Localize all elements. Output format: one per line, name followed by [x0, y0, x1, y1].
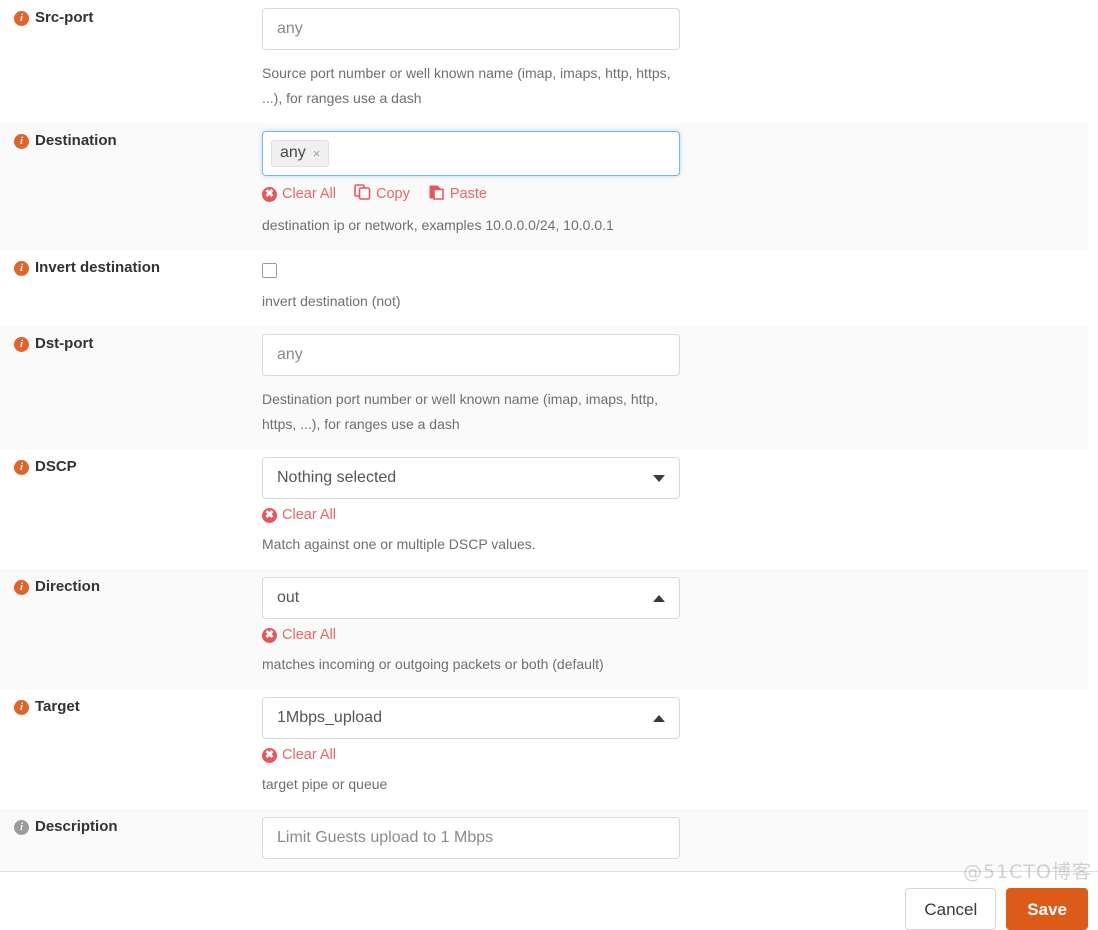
- paste-button[interactable]: Paste: [428, 184, 487, 204]
- help-text-src-port: Source port number or well known name (i…: [262, 65, 671, 106]
- label-cell-target: i Target: [0, 689, 262, 717]
- help-text-direction: matches incoming or outgoing packets or …: [262, 656, 604, 672]
- field-cell-target: 1Mbps_upload ✖ Clear All target pipe or …: [262, 689, 1088, 809]
- clear-all-label: Clear All: [282, 186, 336, 202]
- clear-all-label: Clear All: [282, 627, 336, 643]
- direction-select-value: out: [277, 589, 300, 606]
- close-icon[interactable]: ×: [313, 147, 321, 160]
- target-select-value: 1Mbps_upload: [277, 709, 382, 726]
- field-cell-direction: out ✖ Clear All matches incoming or outg…: [262, 569, 1088, 689]
- field-label-target: Target: [35, 698, 80, 715]
- info-icon[interactable]: i: [14, 460, 29, 475]
- help-text-target: target pipe or queue: [262, 776, 388, 792]
- form-row-invert-destination: i Invert destination invert destination …: [0, 250, 1088, 326]
- save-button[interactable]: Save: [1006, 888, 1088, 930]
- clear-all-button[interactable]: ✖ Clear All: [262, 507, 336, 523]
- label-cell-dst-port: i Dst-port: [0, 326, 262, 354]
- field-label-direction: Direction: [35, 578, 101, 595]
- help-text-dscp: Match against one or multiple DSCP value…: [262, 536, 536, 552]
- dscp-select[interactable]: Nothing selected: [262, 457, 680, 499]
- destination-token[interactable]: any ×: [271, 140, 330, 167]
- chevron-down-icon: [653, 474, 665, 482]
- form-row-dst-port: i Dst-port Destination port number or we…: [0, 326, 1088, 449]
- label-cell-src-port: i Src-port: [0, 0, 262, 28]
- destination-action-links: ✖ Clear All Copy Paste: [262, 184, 1078, 204]
- help-text-dst-port: Destination port number or well known na…: [262, 391, 659, 432]
- field-label-description: Description: [35, 818, 118, 835]
- form-row-dscp: i DSCP Nothing selected ✖ Clear All Matc…: [0, 449, 1088, 569]
- chevron-up-icon: [653, 594, 665, 602]
- paste-icon: [428, 184, 445, 204]
- firewall-shaper-rule-form: i Src-port Source port number or well kn…: [0, 0, 1098, 930]
- src-port-input[interactable]: [262, 8, 680, 50]
- field-cell-description: [262, 809, 1088, 871]
- clear-all-button[interactable]: ✖ Clear All: [262, 747, 336, 763]
- direction-select[interactable]: out: [262, 577, 680, 619]
- info-icon[interactable]: i: [14, 134, 29, 149]
- dscp-action-links: ✖ Clear All: [262, 507, 1078, 523]
- field-cell-invert-destination: invert destination (not): [262, 250, 1088, 326]
- help-text-invert-destination: invert destination (not): [262, 293, 401, 309]
- field-cell-dscp: Nothing selected ✖ Clear All Match again…: [262, 449, 1088, 569]
- form-row-destination: i Destination any × ✖ Clear All Copy Pas…: [0, 123, 1088, 250]
- paste-label: Paste: [449, 186, 487, 202]
- label-cell-dscp: i DSCP: [0, 449, 262, 477]
- target-select[interactable]: 1Mbps_upload: [262, 697, 680, 739]
- info-icon[interactable]: i: [14, 700, 29, 715]
- field-cell-destination: any × ✖ Clear All Copy Paste destination…: [262, 123, 1088, 250]
- label-cell-description: i Description: [0, 809, 262, 837]
- form-row-description: i Description: [0, 809, 1088, 871]
- field-label-destination: Destination: [35, 132, 117, 149]
- form-field-table: i Src-port Source port number or well kn…: [0, 0, 1088, 871]
- dscp-select-value: Nothing selected: [277, 469, 397, 486]
- field-label-src-port: Src-port: [35, 9, 94, 26]
- clear-all-label: Clear All: [282, 747, 336, 763]
- copy-icon: [354, 184, 371, 204]
- info-icon[interactable]: i: [14, 820, 29, 835]
- clear-circle-icon: ✖: [262, 627, 277, 643]
- dst-port-input[interactable]: [262, 334, 680, 376]
- target-action-links: ✖ Clear All: [262, 747, 1078, 763]
- copy-label: Copy: [376, 186, 410, 202]
- clear-all-label: Clear All: [282, 507, 336, 523]
- form-footer: Cancel Save: [0, 872, 1098, 930]
- label-cell-destination: i Destination: [0, 123, 262, 151]
- label-cell-invert-destination: i Invert destination: [0, 250, 262, 278]
- destination-token-label: any: [280, 144, 306, 161]
- help-text-destination: destination ip or network, examples 10.0…: [262, 217, 614, 233]
- info-icon[interactable]: i: [14, 11, 29, 26]
- field-label-invert-destination: Invert destination: [35, 259, 161, 276]
- direction-action-links: ✖ Clear All: [262, 627, 1078, 643]
- invert-destination-checkbox[interactable]: [262, 263, 277, 278]
- info-icon[interactable]: i: [14, 580, 29, 595]
- clear-all-button[interactable]: ✖ Clear All: [262, 186, 336, 202]
- chevron-up-icon: [653, 714, 665, 722]
- clear-circle-icon: ✖: [262, 507, 277, 523]
- info-icon[interactable]: i: [14, 261, 29, 276]
- clear-circle-icon: ✖: [262, 186, 277, 202]
- label-cell-direction: i Direction: [0, 569, 262, 597]
- clear-circle-icon: ✖: [262, 747, 277, 763]
- field-cell-dst-port: Destination port number or well known na…: [262, 326, 1088, 449]
- form-row-src-port: i Src-port Source port number or well kn…: [0, 0, 1088, 123]
- field-cell-src-port: Source port number or well known name (i…: [262, 0, 1088, 123]
- description-input[interactable]: [262, 817, 680, 859]
- field-label-dst-port: Dst-port: [35, 335, 94, 352]
- clear-all-button[interactable]: ✖ Clear All: [262, 627, 336, 643]
- copy-button[interactable]: Copy: [354, 184, 410, 204]
- form-row-direction: i Direction out ✖ Clear All matches inco…: [0, 569, 1088, 689]
- destination-token-input[interactable]: any ×: [262, 131, 680, 176]
- form-row-target: i Target 1Mbps_upload ✖ Clear All target…: [0, 689, 1088, 809]
- cancel-button[interactable]: Cancel: [905, 888, 997, 930]
- info-icon[interactable]: i: [14, 337, 29, 352]
- field-label-dscp: DSCP: [35, 458, 77, 475]
